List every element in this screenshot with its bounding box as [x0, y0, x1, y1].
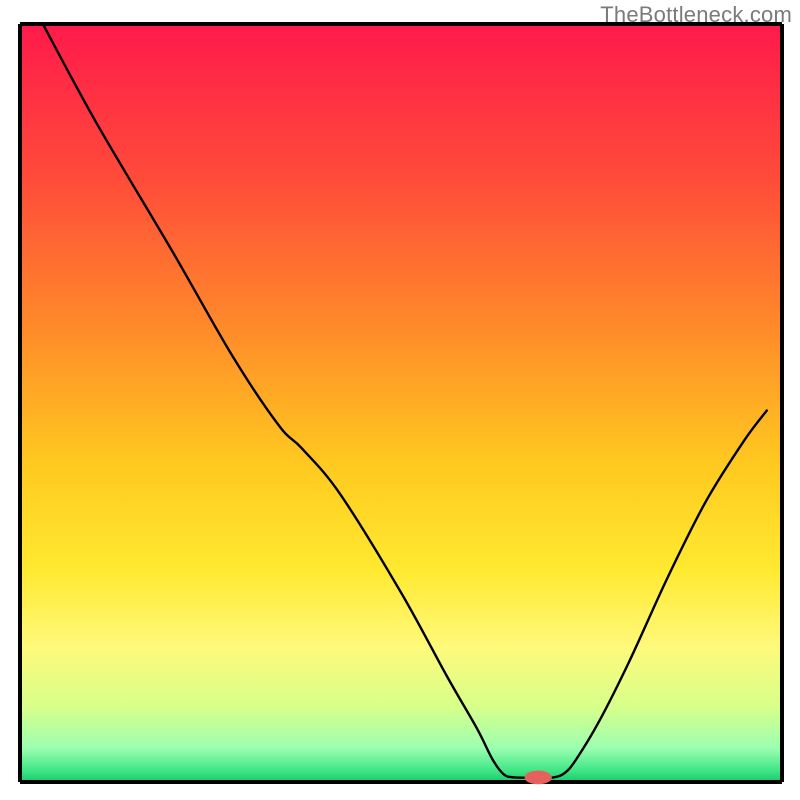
bottleneck-chart — [0, 0, 800, 800]
optimal-point-marker — [524, 771, 551, 785]
chart-container: TheBottleneck.com — [0, 0, 800, 800]
watermark-text: TheBottleneck.com — [600, 2, 792, 28]
plot-background — [20, 24, 782, 782]
